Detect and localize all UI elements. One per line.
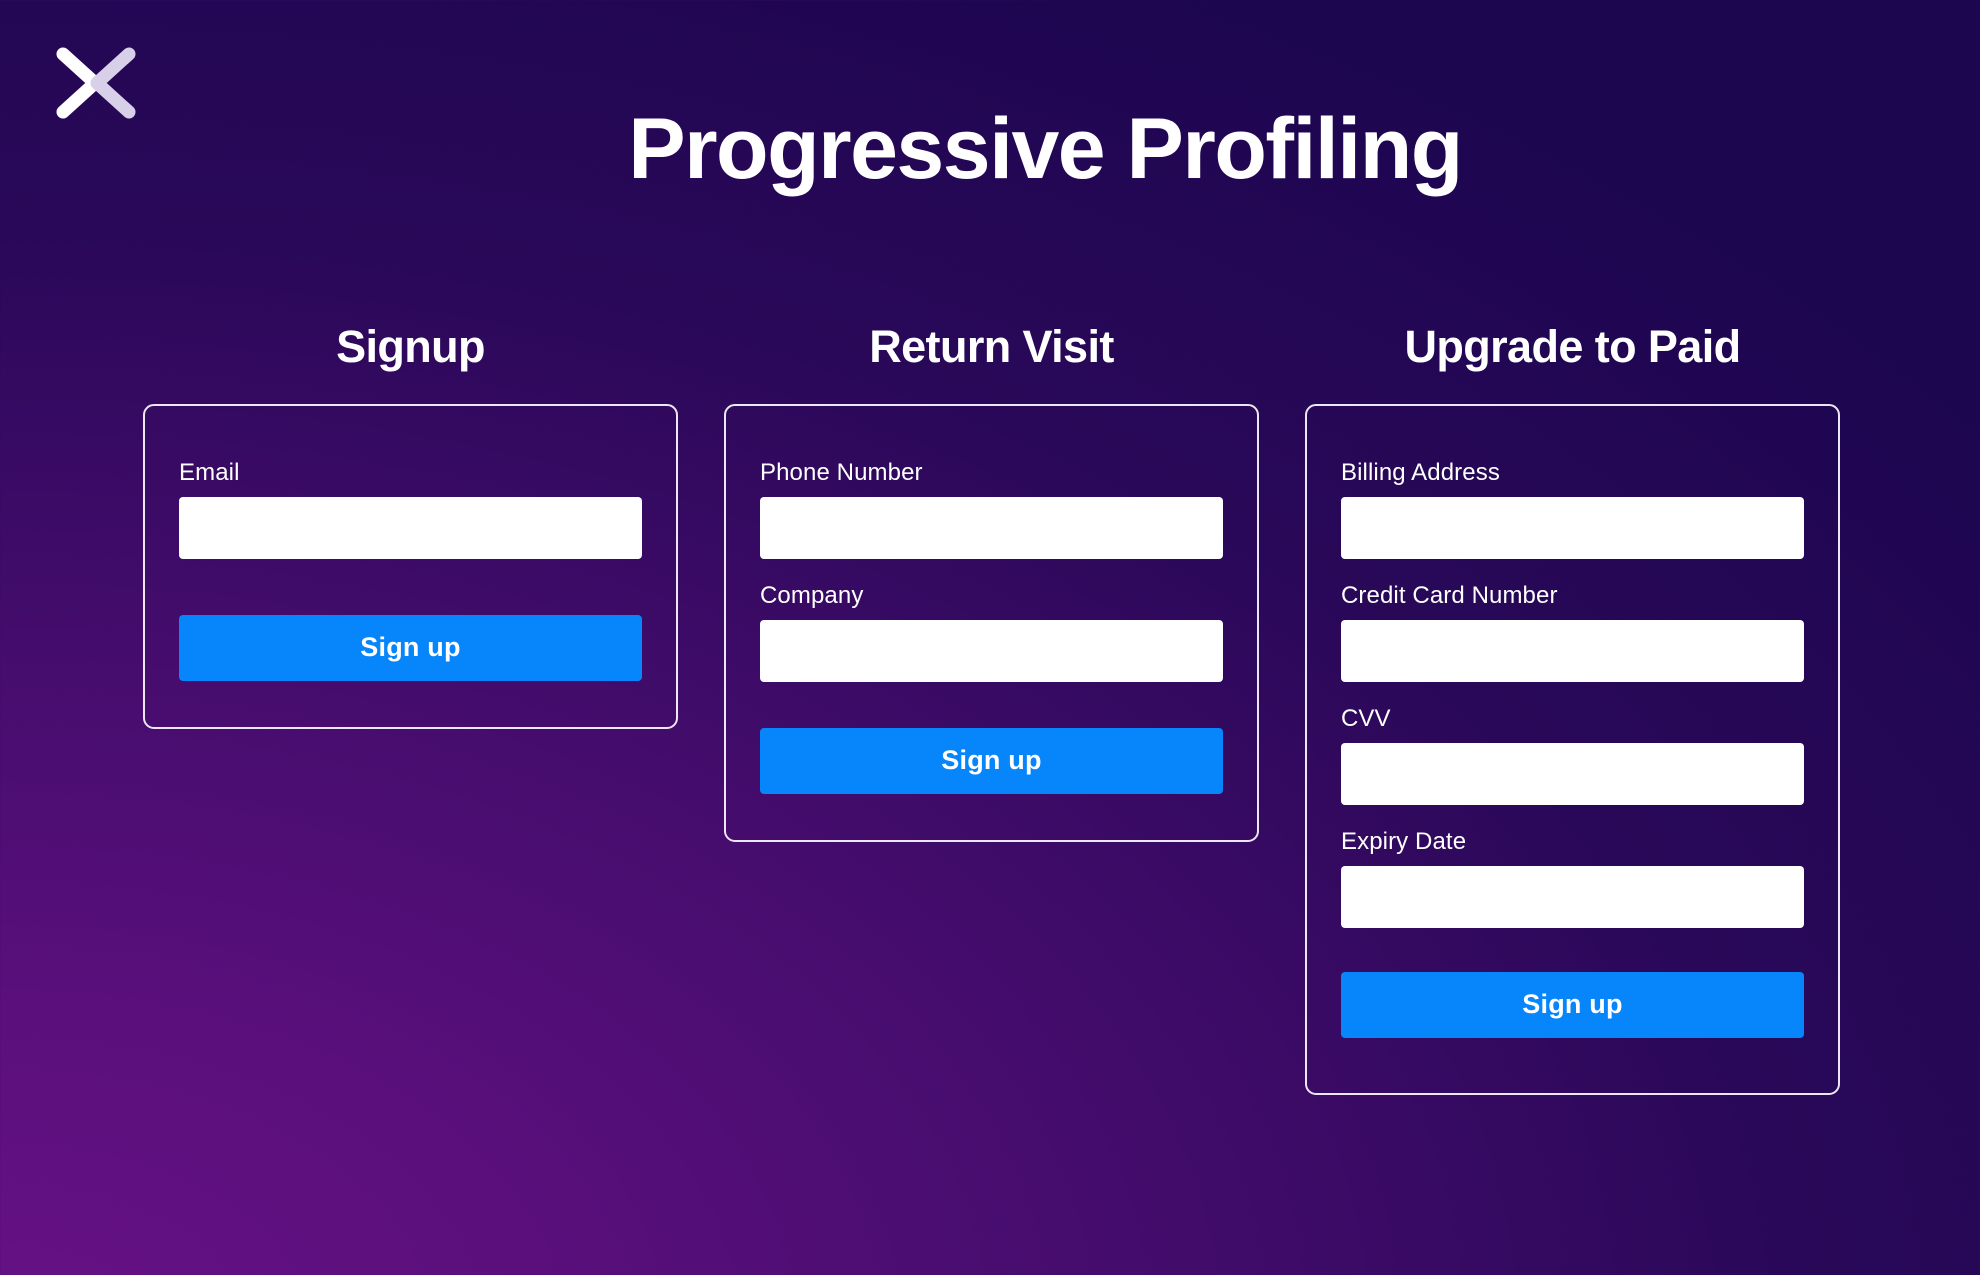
return-visit-submit-button[interactable]: Sign up bbox=[760, 727, 1223, 794]
field-label-credit-card-number: Credit Card Number bbox=[1341, 581, 1558, 609]
return-visit-form-card: Phone Number Company Sign up bbox=[724, 403, 1259, 842]
expiry-date-input[interactable] bbox=[1341, 865, 1804, 928]
field-label-email: Email bbox=[179, 458, 240, 486]
field-label-billing-address: Billing Address bbox=[1341, 458, 1500, 486]
billing-address-input[interactable] bbox=[1341, 496, 1804, 559]
field-label-cvv: CVV bbox=[1341, 704, 1391, 732]
email-input[interactable] bbox=[179, 496, 642, 559]
field-expiry-date: Expiry Date bbox=[1341, 827, 1804, 928]
signup-submit-button[interactable]: Sign up bbox=[179, 614, 642, 681]
signup-form-card: Email Sign up bbox=[143, 403, 678, 729]
column-signup: Signup Email Sign up bbox=[143, 322, 678, 729]
field-credit-card-number: Credit Card Number bbox=[1341, 581, 1804, 682]
field-label-phone-number: Phone Number bbox=[760, 458, 923, 486]
column-heading-signup: Signup bbox=[336, 321, 485, 372]
field-label-expiry-date: Expiry Date bbox=[1341, 827, 1467, 855]
column-heading-upgrade-to-paid: Upgrade to Paid bbox=[1404, 321, 1741, 372]
cvv-input[interactable] bbox=[1341, 742, 1804, 805]
upgrade-submit-button[interactable]: Sign up bbox=[1341, 971, 1804, 1038]
page-title: Progressive Profiling bbox=[628, 101, 1463, 197]
field-billing-address: Billing Address bbox=[1341, 458, 1804, 559]
column-upgrade-to-paid: Upgrade to Paid Billing Address Credit C… bbox=[1305, 322, 1840, 1095]
upgrade-form-card: Billing Address Credit Card Number CVV E… bbox=[1305, 403, 1840, 1095]
field-phone-number: Phone Number bbox=[760, 458, 1223, 559]
field-label-company: Company bbox=[760, 581, 864, 609]
company-input[interactable] bbox=[760, 619, 1223, 682]
field-cvv: CVV bbox=[1341, 704, 1804, 805]
progressive-profiling-columns: Signup Email Sign up Return Visit Phone … bbox=[143, 322, 1843, 1095]
column-return-visit: Return Visit Phone Number Company Sign u… bbox=[724, 322, 1259, 842]
phone-number-input[interactable] bbox=[760, 496, 1223, 559]
credit-card-number-input[interactable] bbox=[1341, 619, 1804, 682]
column-heading-return-visit: Return Visit bbox=[869, 321, 1114, 372]
field-email: Email bbox=[179, 458, 642, 559]
field-company: Company bbox=[760, 581, 1223, 682]
